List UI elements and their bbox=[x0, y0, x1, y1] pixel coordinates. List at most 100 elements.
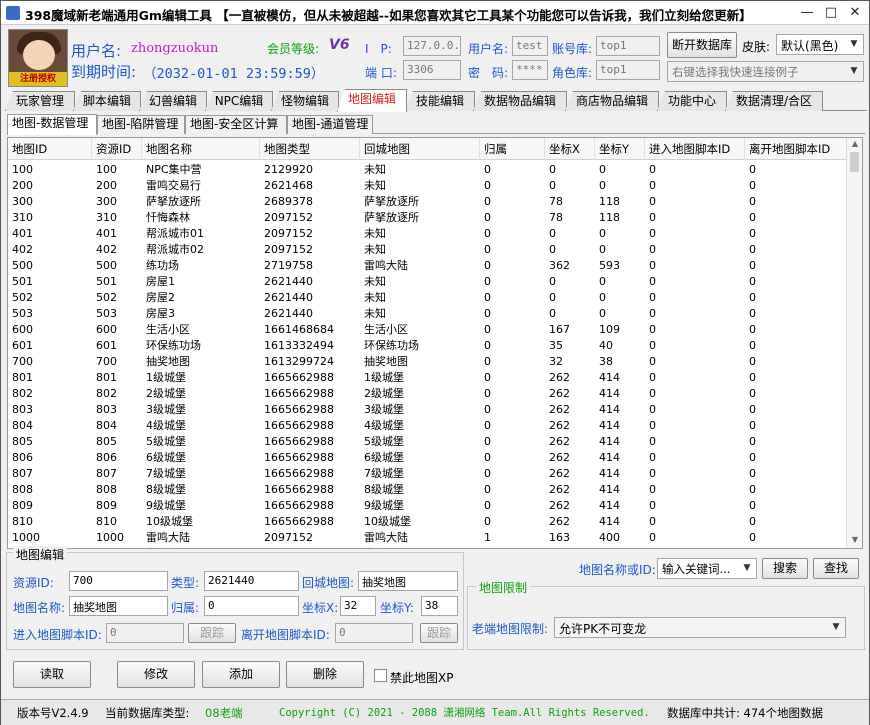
map-data-table[interactable]: 地图ID 资源ID 地图名称 地图类型 回城地图 归属 坐标X 坐标Y 进入地图脚本ID 离开地图… bbox=[7, 137, 863, 549]
column-header[interactable]: 地图ID bbox=[8, 138, 92, 160]
minimize-icon[interactable]: — bbox=[797, 4, 817, 22]
column-header[interactable]: 地图类型 bbox=[260, 138, 360, 160]
column-header[interactable]: 归属 bbox=[480, 138, 545, 160]
table-cell: 7级城堡 bbox=[146, 467, 186, 480]
table-row[interactable]: 503 503 房屋3 2621440 未知 0 0 0 0 0 bbox=[8, 306, 848, 322]
tab-script-edit[interactable]: 脚本编辑 bbox=[73, 91, 141, 111]
x-input[interactable]: 32 bbox=[340, 596, 376, 616]
subtab-map-trap[interactable]: 地图-陷阱管理 bbox=[97, 115, 185, 134]
column-header[interactable]: 进入地图脚本ID bbox=[645, 138, 745, 160]
subtab-map-data[interactable]: 地图-数据管理 bbox=[7, 114, 97, 135]
maximize-icon[interactable]: □ bbox=[821, 4, 841, 22]
table-row[interactable]: 803 803 3级城堡 1665662988 3级城堡 0 262 414 0 0 bbox=[8, 402, 848, 418]
table-row[interactable]: 808 808 8级城堡 1665662988 8级城堡 0 262 414 0 0 bbox=[8, 482, 848, 498]
quick-connect-select[interactable]: 右键选择我快速连接例子 ▼ bbox=[667, 61, 864, 82]
table-row[interactable]: 805 805 5级城堡 1665662988 5级城堡 0 262 414 0 0 bbox=[8, 434, 848, 450]
tab-shop-item-edit[interactable]: 商店物品编辑 bbox=[565, 91, 659, 111]
column-header[interactable]: 坐标X bbox=[545, 138, 595, 160]
table-row[interactable]: 100 100 NPC集中营 2129920 未知 0 0 0 0 0 bbox=[8, 162, 848, 178]
tab-data-item-edit[interactable]: 数据物品编辑 bbox=[473, 91, 567, 111]
table-row[interactable]: 801 801 1级城堡 1665662988 1级城堡 0 262 414 0 0 bbox=[8, 370, 848, 386]
port-field[interactable]: 3306 bbox=[403, 60, 461, 80]
delete-button[interactable]: 删除 bbox=[286, 661, 364, 688]
table-cell: 未知 bbox=[364, 163, 386, 176]
table-row[interactable]: 500 500 练功场 2719758 雷鸣大陆 0 362 593 0 0 bbox=[8, 258, 848, 274]
leave-script-trace-button[interactable]: 跟踪 bbox=[420, 623, 458, 643]
tab-data-cleanup[interactable]: 数据清理/合区 bbox=[725, 91, 823, 111]
type-input[interactable]: 2621440 bbox=[204, 571, 299, 591]
table-cell: 1665662988 bbox=[264, 403, 334, 416]
close-icon[interactable]: ✕ bbox=[845, 4, 865, 22]
column-header[interactable]: 回城地图 bbox=[360, 138, 480, 160]
find-button[interactable]: 查找 bbox=[813, 558, 859, 579]
y-label: 坐标Y: bbox=[380, 601, 414, 615]
owner-input[interactable]: 0 bbox=[204, 596, 299, 616]
tab-skill-edit[interactable]: 技能编辑 bbox=[405, 91, 475, 111]
tab-player-management[interactable]: 玩家管理 bbox=[5, 91, 75, 111]
y-input[interactable]: 38 bbox=[421, 596, 458, 616]
tab-monster-edit[interactable]: 怪物编辑 bbox=[271, 91, 339, 111]
table-row[interactable]: 802 802 2级城堡 1665662988 2级城堡 0 262 414 0 0 bbox=[8, 386, 848, 402]
search-input[interactable]: 输入关键词... ▼ bbox=[657, 558, 757, 579]
enter-script-input[interactable]: 0 bbox=[106, 623, 184, 643]
tab-pet-edit[interactable]: 幻兽编辑 bbox=[139, 91, 207, 111]
search-button[interactable]: 搜索 bbox=[762, 558, 808, 579]
subtab-map-channel[interactable]: 地图-通道管理 bbox=[287, 115, 373, 134]
table-row[interactable]: 600 600 生活小区 1661468684 生活小区 0 167 109 0 0 bbox=[8, 322, 848, 338]
table-cell: 805 bbox=[12, 435, 33, 448]
table-row[interactable]: 502 502 房屋2 2621440 未知 0 0 0 0 0 bbox=[8, 290, 848, 306]
table-row[interactable]: 810 810 10级城堡 1665662988 10级城堡 0 262 414 0 0 bbox=[8, 514, 848, 530]
modify-button[interactable]: 修改 bbox=[117, 661, 195, 688]
table-row[interactable]: 10101010龙谷山2097152未知00000 bbox=[8, 546, 848, 548]
vertical-scrollbar[interactable]: ▲ ▼ bbox=[846, 138, 862, 548]
subtab-safe-zone[interactable]: 地图-安全区计算 bbox=[185, 115, 287, 134]
db-user-field[interactable]: test bbox=[512, 36, 548, 56]
scrollbar-thumb[interactable] bbox=[850, 152, 859, 172]
map-name-input[interactable]: 抽奖地图 bbox=[69, 596, 168, 616]
read-button[interactable]: 读取 bbox=[13, 661, 91, 688]
table-row[interactable]: 401 401 帮派城市01 2097152 未知 0 0 0 0 0 bbox=[8, 226, 848, 242]
scroll-down-icon[interactable]: ▼ bbox=[847, 535, 862, 547]
skin-select[interactable]: 默认(黑色) ▼ bbox=[776, 34, 864, 55]
return-map-input[interactable]: 抽奖地图 bbox=[358, 571, 458, 591]
table-cell: 1665662988 bbox=[264, 387, 334, 400]
table-cell: 0 bbox=[649, 419, 656, 432]
table-row[interactable]: 200 200 雷鸣交易行 2621468 未知 0 0 0 0 0 bbox=[8, 178, 848, 194]
open-database-button[interactable]: 断开数据库 bbox=[667, 32, 737, 58]
scroll-up-icon[interactable]: ▲ bbox=[847, 139, 862, 151]
ip-field[interactable]: 127.0.0.1 bbox=[403, 36, 461, 56]
enter-script-trace-button[interactable]: 跟踪 bbox=[188, 623, 236, 643]
table-row[interactable]: 402 402 帮派城市02 2097152 未知 0 0 0 0 0 bbox=[8, 242, 848, 258]
tab-map-edit[interactable]: 地图编辑 bbox=[337, 89, 407, 112]
ban-xp-checkbox[interactable] bbox=[374, 669, 387, 682]
add-button[interactable]: 添加 bbox=[202, 661, 280, 688]
title-bar[interactable]: 398魔域新老端通用Gm编辑工具 【一直被模仿，但从未被超越--如果您喜欢其它工… bbox=[1, 1, 869, 25]
table-row[interactable]: 806 806 6级城堡 1665662988 6级城堡 0 262 414 0 0 bbox=[8, 450, 848, 466]
table-row[interactable]: 300 300 萨拏放逐所 2689378 萨拏放逐所 0 78 118 0 0 bbox=[8, 194, 848, 210]
res-id-input[interactable]: 700 bbox=[69, 571, 168, 591]
table-cell: 414 bbox=[599, 467, 620, 480]
table-row[interactable]: 310 310 忏悔森林 2097152 萨拏放逐所 0 78 118 0 0 bbox=[8, 210, 848, 226]
password-field[interactable]: **** bbox=[512, 60, 548, 80]
old-map-limit-select[interactable]: 允许PK不可变龙 ▼ bbox=[554, 617, 846, 638]
tab-function-center[interactable]: 功能中心 bbox=[657, 91, 727, 111]
column-header[interactable]: 离开地图脚本ID bbox=[745, 138, 848, 160]
account-db-field[interactable]: top1 bbox=[596, 36, 660, 56]
table-cell: 0 bbox=[649, 339, 656, 352]
column-header[interactable]: 坐标Y bbox=[595, 138, 645, 160]
table-row[interactable]: 601 601 环保练功场 1613332494 环保练功场 0 35 40 0 0 bbox=[8, 338, 848, 354]
table-row[interactable]: 804 804 4级城堡 1665662988 4级城堡 0 262 414 0 0 bbox=[8, 418, 848, 434]
table-row[interactable]: 501 501 房屋1 2621440 未知 0 0 0 0 0 bbox=[8, 274, 848, 290]
role-db-field[interactable]: top1 bbox=[596, 60, 660, 80]
leave-script-input[interactable]: 0 bbox=[335, 623, 413, 643]
column-header[interactable]: 资源ID bbox=[92, 138, 142, 160]
table-cell: 0 bbox=[649, 179, 656, 192]
table-cell: 0 bbox=[599, 291, 606, 304]
table-row[interactable]: 809 809 9级城堡 1665662988 9级城堡 0 262 414 0 0 bbox=[8, 498, 848, 514]
column-header[interactable]: 地图名称 bbox=[142, 138, 260, 160]
tab-npc-edit[interactable]: NPC编辑 bbox=[205, 91, 273, 111]
table-row[interactable]: 700 700 抽奖地图 1613299724 抽奖地图 0 32 38 0 0 bbox=[8, 354, 848, 370]
table-row[interactable]: 1000 1000 雷鸣大陆 2097152 雷鸣大陆 1 163 400 0 0 bbox=[8, 530, 848, 546]
table-cell: 414 bbox=[599, 515, 620, 528]
table-row[interactable]: 807 807 7级城堡 1665662988 7级城堡 0 262 414 0 0 bbox=[8, 466, 848, 482]
